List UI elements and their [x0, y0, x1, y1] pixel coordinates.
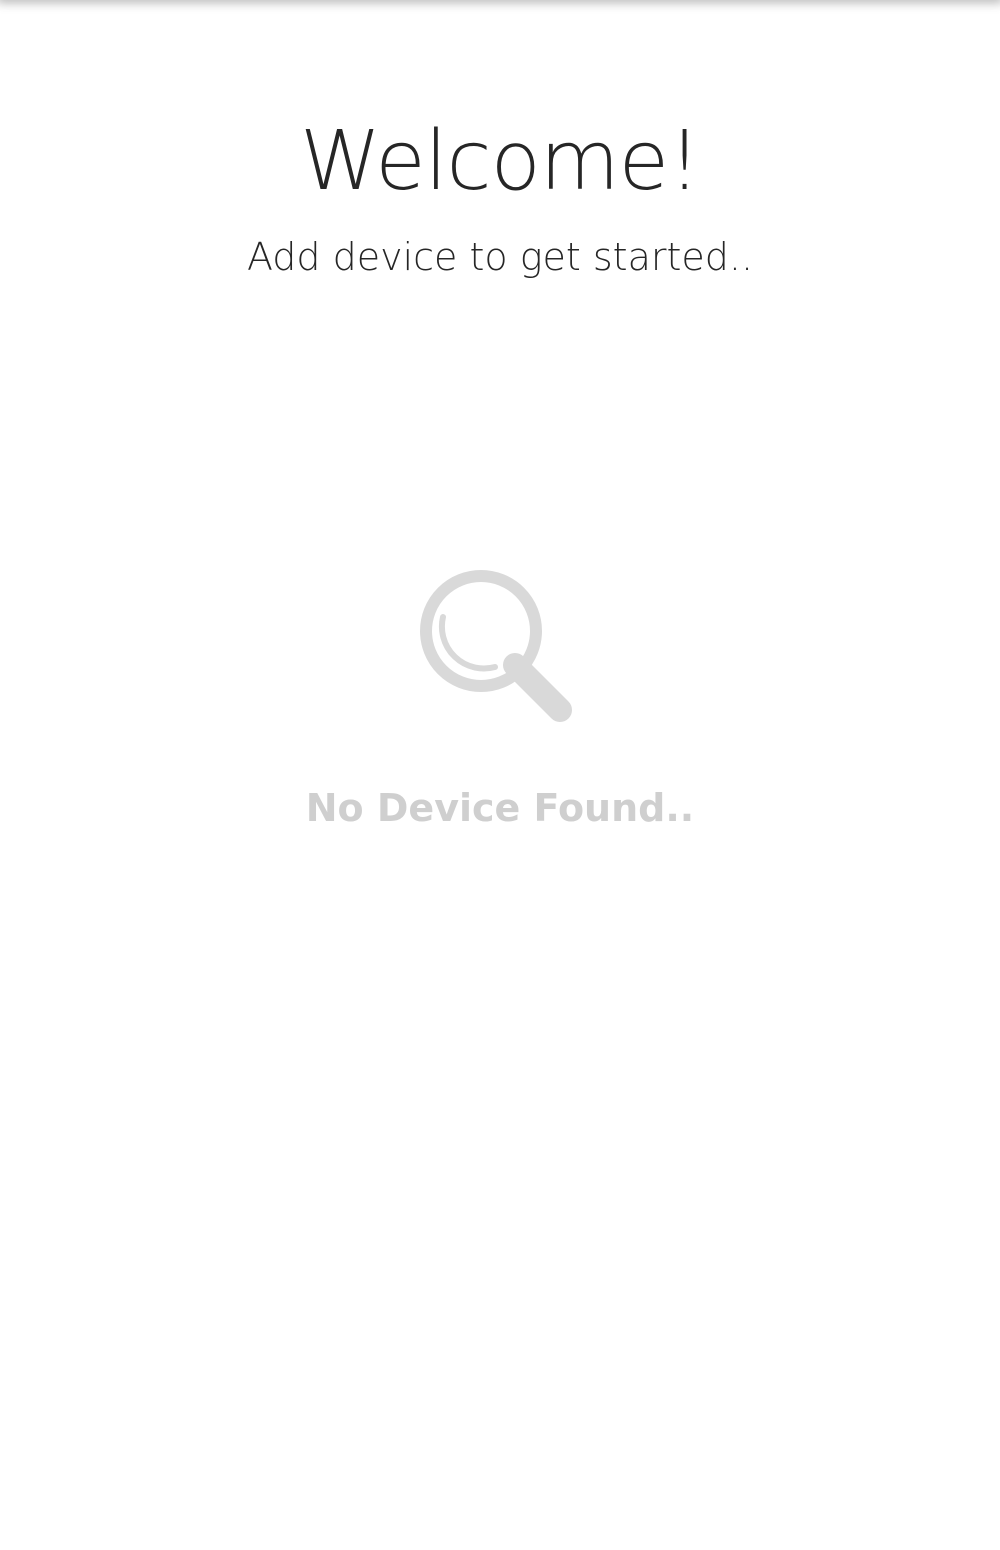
search-icon: [420, 570, 572, 722]
page-subtitle: Add device to get started..: [246, 235, 754, 279]
page-title: Welcome!: [300, 114, 701, 209]
empty-state-message: No Device Found..: [305, 786, 695, 830]
empty-state: No Device Found..: [0, 565, 1000, 833]
